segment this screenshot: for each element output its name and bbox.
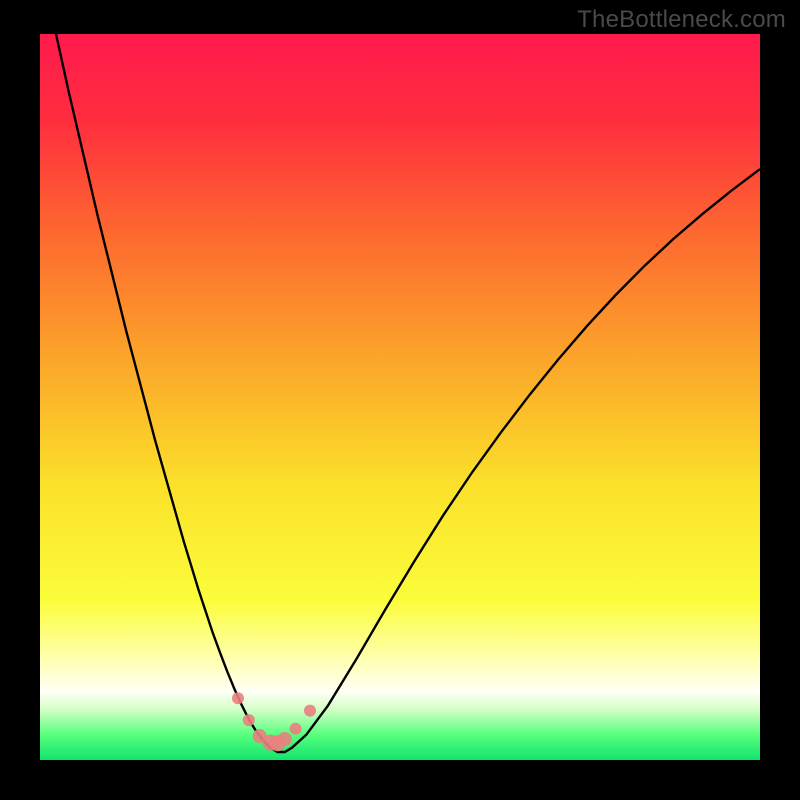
- chart-frame: TheBottleneck.com: [0, 0, 800, 800]
- plot-area: [40, 34, 760, 760]
- watermark-text: TheBottleneck.com: [577, 6, 786, 34]
